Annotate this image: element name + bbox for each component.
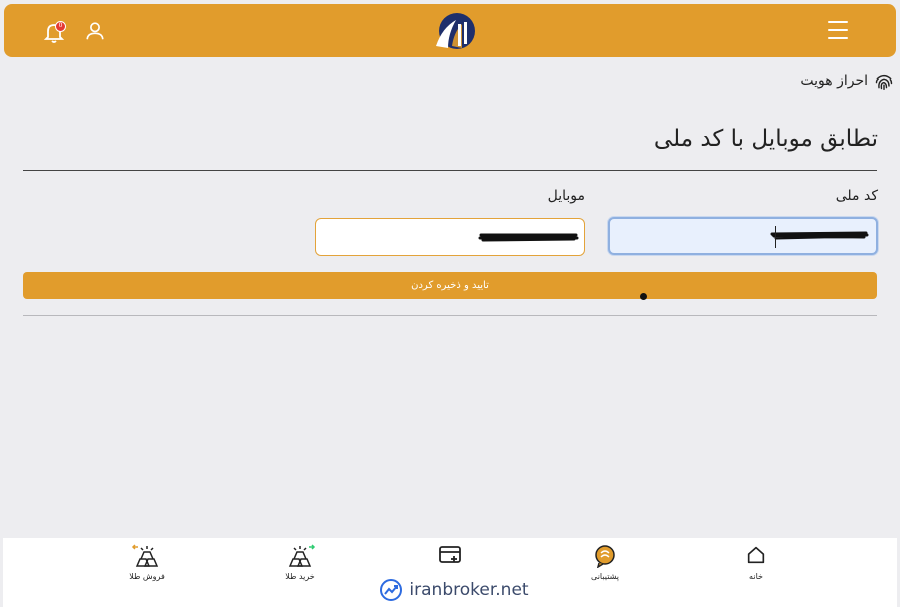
- text-caret: [775, 226, 776, 248]
- gold-bars-buy-icon: [288, 544, 316, 567]
- form-divider: [23, 315, 877, 316]
- top-header: 0: [4, 4, 896, 57]
- hamburger-icon[interactable]: [828, 21, 848, 39]
- nav-item-support[interactable]: پشتیبانی: [560, 538, 650, 598]
- page-title: تطابق موبایل با کد ملی: [653, 126, 878, 152]
- mobile-input[interactable]: [315, 218, 585, 256]
- breadcrumb: احراز هویت: [800, 70, 894, 92]
- nav-item-sell-gold[interactable]: فروش طلا: [102, 538, 192, 598]
- wallet-add-icon: [439, 546, 461, 563]
- notification-badge: 0: [55, 21, 66, 32]
- brand-logo[interactable]: [428, 8, 478, 56]
- nav-label-sell-gold: فروش طلا: [129, 572, 165, 581]
- support-chat-icon: [595, 545, 615, 568]
- nav-label-home: خانه: [749, 572, 763, 581]
- fingerprint-icon: [875, 74, 893, 91]
- watermark: iranbroker.net: [353, 573, 555, 607]
- nav-item-buy-gold[interactable]: خرید طلا: [255, 538, 345, 598]
- user-icon[interactable]: [84, 20, 106, 42]
- national-code-label: کد ملی: [835, 188, 878, 204]
- watermark-text: iranbroker.net: [409, 580, 529, 600]
- confirm-save-button[interactable]: تایید و ذخیره کردن: [23, 272, 877, 299]
- home-icon: [747, 546, 765, 564]
- title-divider: [23, 170, 877, 171]
- gold-bars-sell-icon: [131, 544, 159, 567]
- mobile-label: موبایل: [547, 188, 585, 204]
- nav-label-support: پشتیبانی: [591, 572, 619, 581]
- breadcrumb-label: احراز هویت: [800, 73, 868, 89]
- nav-label-buy-gold: خرید طلا: [285, 572, 315, 581]
- nav-item-home[interactable]: خانه: [711, 538, 801, 598]
- national-code-input[interactable]: [608, 217, 878, 255]
- trend-chart-icon: [380, 579, 403, 601]
- mouse-cursor: [640, 293, 647, 300]
